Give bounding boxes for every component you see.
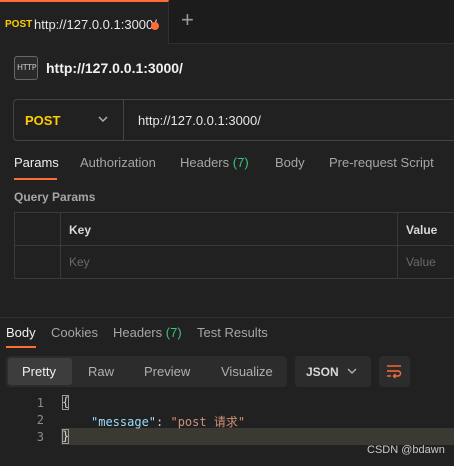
request-tab[interactable]: POST http://127.0.0.1:3000/ <box>0 0 169 44</box>
new-tab-button[interactable]: + <box>181 9 194 31</box>
format-select[interactable]: JSON <box>295 356 371 387</box>
tab-body[interactable]: Body <box>275 155 305 170</box>
url-input[interactable]: http://127.0.0.1:3000/ <box>138 113 261 128</box>
column-divider <box>60 213 61 278</box>
line-number: 2 <box>36 413 44 427</box>
resp-headers-count: (7) <box>165 325 182 340</box>
watermark: CSDN @bdawn <box>367 444 445 456</box>
tab-prerequest-script[interactable]: Pre-request Script <box>329 155 434 170</box>
line-number: 3 <box>36 430 44 444</box>
tab-params[interactable]: Params <box>14 155 59 170</box>
tab-headers-label: Headers <box>180 155 230 170</box>
code-line: "message": "post 请求" <box>91 415 246 429</box>
value-column-header: Value <box>406 223 438 237</box>
view-raw-button[interactable]: Raw <box>88 364 114 379</box>
view-visualize-button[interactable]: Visualize <box>221 364 273 379</box>
resp-tab-headers-label: Headers <box>113 325 163 340</box>
unsaved-dot-icon <box>151 22 159 30</box>
url-bar: POST http://127.0.0.1:3000/ <box>13 99 454 141</box>
method-select[interactable]: POST <box>14 100 124 140</box>
key-input[interactable]: Key <box>69 255 90 269</box>
chevron-down-icon <box>347 368 357 374</box>
http-icon: HTTP <box>14 56 38 80</box>
tab-headers[interactable]: Headers (7) <box>180 155 249 170</box>
wrap-lines-button[interactable] <box>379 356 410 387</box>
brace-match-close: } <box>62 429 70 444</box>
view-pretty-button[interactable]: Pretty <box>22 364 56 379</box>
tab-method: POST <box>5 19 33 30</box>
tab-bar: POST http://127.0.0.1:3000/ + <box>0 0 454 44</box>
request-name[interactable]: http://127.0.0.1:3000/ <box>46 60 183 76</box>
response-toolbar: Pretty Raw Preview Visualize JSON <box>6 356 454 388</box>
format-label: JSON <box>306 365 339 379</box>
brace-match-open: { <box>62 395 70 410</box>
pane-divider[interactable] <box>0 317 454 318</box>
value-input[interactable]: Value <box>406 255 436 269</box>
headers-count: (7) <box>232 155 249 170</box>
key-column-header: Key <box>69 223 92 237</box>
active-line-highlight <box>61 428 454 445</box>
wrap-lines-icon <box>387 365 402 379</box>
active-resp-tab-indicator <box>6 346 36 348</box>
tab-url: http://127.0.0.1:3000/ <box>34 17 157 32</box>
resp-tab-cookies[interactable]: Cookies <box>51 325 98 340</box>
view-mode-selector: Pretty Raw Preview Visualize <box>6 356 287 387</box>
line-number: 1 <box>36 396 44 410</box>
resp-tab-test-results[interactable]: Test Results <box>197 325 268 340</box>
tab-authorization[interactable]: Authorization <box>80 155 156 170</box>
resp-tab-body[interactable]: Body <box>6 325 36 340</box>
column-divider <box>397 213 398 278</box>
query-params-title: Query Params <box>14 190 96 204</box>
method-label: POST <box>25 113 61 128</box>
view-preview-button[interactable]: Preview <box>144 364 190 379</box>
query-params-table: Key Value Key Value <box>14 212 454 279</box>
active-tab-indicator <box>14 178 57 180</box>
chevron-down-icon <box>98 116 108 123</box>
resp-tab-headers[interactable]: Headers (7) <box>113 325 182 340</box>
